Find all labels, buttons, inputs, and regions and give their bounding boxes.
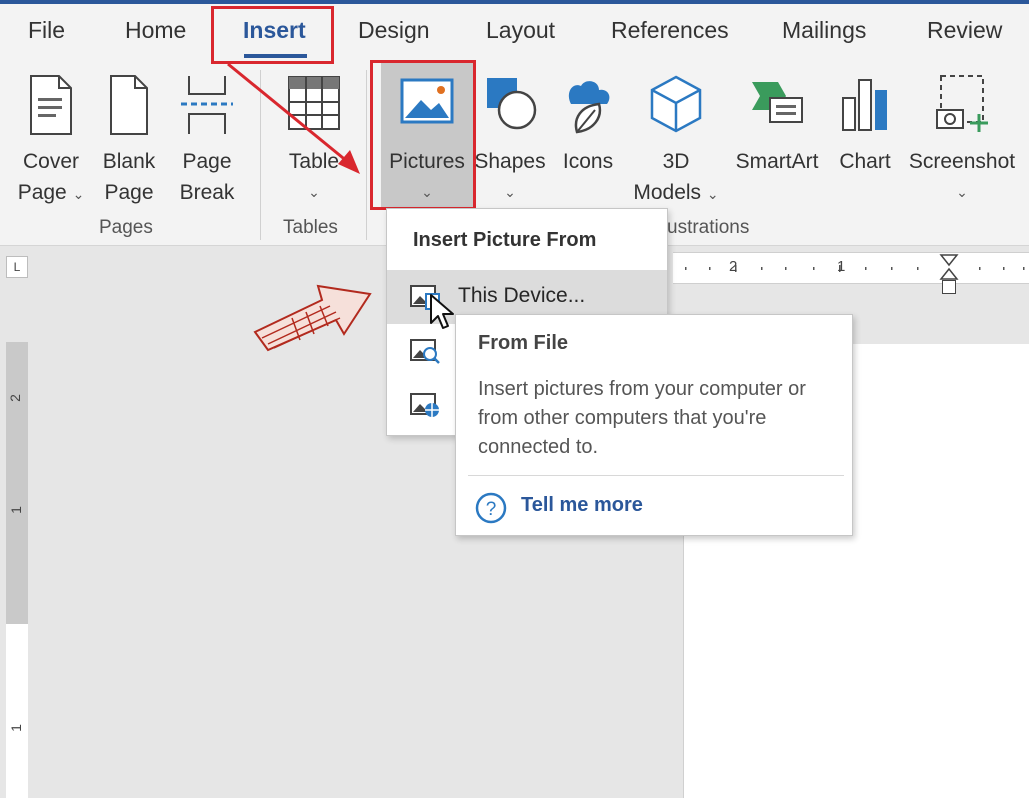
tooltip-body: Insert pictures from your computer or fr…: [478, 378, 806, 458]
tooltip-divider: [468, 475, 844, 476]
menu-item-label: This Device...: [458, 284, 586, 307]
mouse-cursor-icon: [430, 294, 454, 329]
tooltip-title: From File: [478, 332, 569, 354]
from-file-tooltip: From File Insert pictures from your comp…: [455, 314, 853, 536]
tell-me-more-link[interactable]: Tell me more: [521, 494, 643, 517]
help-icon: ?: [475, 492, 507, 524]
svg-text:?: ?: [486, 499, 497, 520]
picture-search-icon: [410, 339, 440, 364]
picture-online-icon: [410, 393, 439, 417]
menu-header: Insert Picture From: [413, 229, 597, 251]
